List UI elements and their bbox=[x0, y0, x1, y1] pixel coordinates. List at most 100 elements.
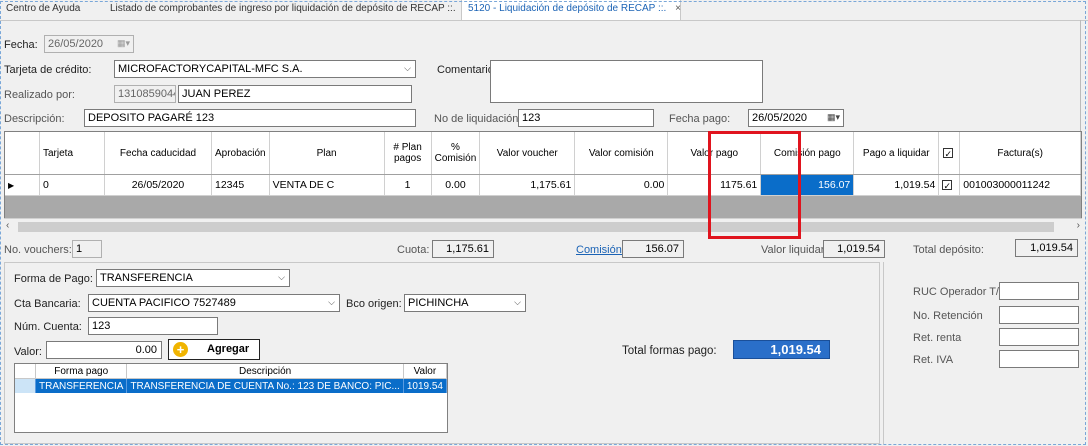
close-icon[interactable]: × bbox=[675, 3, 681, 14]
table-row[interactable]: TRANSFERENCIA TRANSFERENCIA DE CUENTA No… bbox=[15, 378, 448, 393]
calendar-icon[interactable]: ▦▾ bbox=[117, 38, 130, 49]
col-forma-pago[interactable]: Forma pago bbox=[35, 364, 128, 379]
scroll-thumb[interactable] bbox=[18, 222, 1054, 232]
col-valor-pago[interactable]: Valor pago bbox=[667, 132, 762, 175]
fecha-pago-field[interactable]: 26/05/2020 ▦▾ bbox=[748, 109, 844, 127]
retencion-label: No. Retención bbox=[913, 310, 983, 322]
bco-origen-label: Bco origen: bbox=[346, 298, 402, 310]
col-descripcion[interactable]: Descripción bbox=[126, 364, 404, 379]
forma-pago-select[interactable]: TRANSFERENCIA ⌵ bbox=[96, 269, 290, 287]
retencion-field[interactable] bbox=[999, 306, 1079, 324]
cell-valor-pago: 1175.61 bbox=[667, 174, 762, 196]
vouchers-label: No. vouchers: bbox=[4, 244, 72, 256]
tarjeta-value: MICROFACTORYCAPITAL-MFC S.A. bbox=[118, 63, 303, 75]
tab-liquidacion[interactable]: 5120 - Liquidación de depósito de RECAP … bbox=[461, 0, 681, 20]
fecha-field[interactable]: 26/05/2020 ▦▾ bbox=[44, 35, 134, 53]
col-check[interactable]: ✓ bbox=[938, 132, 961, 175]
realizado-name-field[interactable]: JUAN PEREZ bbox=[178, 85, 412, 103]
cell-forma-pago: TRANSFERENCIA bbox=[35, 378, 128, 393]
cell-comision-pago[interactable]: 156.07 bbox=[760, 174, 855, 196]
col-comision-pago[interactable]: Comisión pago bbox=[760, 132, 855, 175]
cuota-field: 1,175.61 bbox=[432, 240, 494, 258]
cell-fecha: 26/05/2020 bbox=[104, 174, 212, 196]
ret-renta-field[interactable] bbox=[999, 328, 1079, 346]
total-deposito-label: Total depósito: bbox=[913, 244, 984, 256]
tab-bar: Centro de Ayuda Listado de comprobantes … bbox=[0, 0, 1088, 21]
row-pointer-icon: ▶ bbox=[5, 174, 40, 196]
col-valor-comision[interactable]: Valor comisión bbox=[574, 132, 669, 175]
cta-bancaria-select[interactable]: CUENTA PACIFICO 7527489 ⌵ bbox=[88, 294, 340, 312]
col-plan[interactable]: Plan bbox=[269, 132, 385, 175]
fecha-label: Fecha: bbox=[4, 39, 38, 51]
col-valor-voucher[interactable]: Valor voucher bbox=[479, 132, 576, 175]
table-row[interactable]: ▶ 0 26/05/2020 12345 VENTA DE C 1 0.00 1… bbox=[5, 174, 1081, 196]
total-deposito-field: 1,019.54 bbox=[1015, 239, 1078, 257]
liquidacion-label: No de liquidación: bbox=[434, 113, 522, 125]
divider bbox=[1080, 20, 1081, 132]
tab-help-label: Centro de Ayuda bbox=[6, 3, 81, 14]
col-facturas[interactable]: Factura(s) bbox=[959, 132, 1081, 175]
liquidacion-field[interactable]: 123 bbox=[518, 109, 654, 127]
realizado-id-field[interactable]: 1310859044 bbox=[114, 85, 176, 103]
cell-tarjeta: 0 bbox=[39, 174, 105, 196]
tarjeta-label: Tarjeta de crédito: bbox=[4, 64, 92, 76]
agregar-label: Agregar bbox=[207, 343, 250, 355]
horizontal-scrollbar[interactable]: ‹ › bbox=[4, 218, 1082, 235]
cell-factura: 001003000011242 bbox=[959, 174, 1081, 196]
fecha-value: 26/05/2020 bbox=[48, 38, 104, 50]
valor-label: Valor: bbox=[14, 346, 42, 358]
num-cuenta-field[interactable]: 123 bbox=[88, 317, 218, 335]
col-plan-pagos[interactable]: # Plan pagos bbox=[384, 132, 432, 175]
col-fecha-caducidad[interactable]: Fecha caducidad bbox=[104, 132, 212, 175]
cell-check[interactable]: ✓ bbox=[938, 174, 961, 196]
pgrid-row-marker bbox=[15, 378, 36, 393]
row-checkbox[interactable]: ✓ bbox=[942, 180, 953, 191]
vouchers-grid[interactable]: Tarjeta Fecha caducidad Aprobación Plan … bbox=[4, 131, 1082, 219]
pgrid-row-header bbox=[15, 364, 36, 379]
cell-valor-voucher: 1,175.61 bbox=[479, 174, 576, 196]
col-aprobacion[interactable]: Aprobación bbox=[211, 132, 270, 175]
cell-valor-comision: 0.00 bbox=[574, 174, 669, 196]
cta-bancaria-value: CUENTA PACIFICO 7527489 bbox=[92, 297, 236, 309]
ruc-field[interactable] bbox=[999, 282, 1079, 300]
comision-field: 156.07 bbox=[622, 240, 684, 258]
tab-listado[interactable]: Listado de comprobantes de ingreso por l… bbox=[104, 0, 462, 20]
cell-plan: VENTA DE C bbox=[269, 174, 385, 196]
cell-plan-pagos: 1 bbox=[384, 174, 432, 196]
col-valor[interactable]: Valor bbox=[403, 364, 448, 379]
plus-icon: + bbox=[173, 342, 188, 357]
tab-listado-label: Listado de comprobantes de ingreso por l… bbox=[110, 3, 456, 14]
calendar-icon[interactable]: ▦▾ bbox=[827, 112, 840, 123]
fecha-pago-label: Fecha pago: bbox=[669, 113, 731, 125]
checkbox-all[interactable]: ✓ bbox=[943, 147, 954, 159]
scroll-left-icon[interactable]: ‹ bbox=[6, 220, 9, 231]
comentario-label: Comentario: bbox=[437, 64, 497, 76]
valor-liquidar-label: Valor liquidar: bbox=[761, 244, 828, 256]
descripcion-label: Descripción: bbox=[4, 113, 65, 125]
col-comision-pct[interactable]: % Comisión bbox=[431, 132, 481, 175]
forma-pago-value: TRANSFERENCIA bbox=[100, 272, 193, 284]
payment-grid[interactable]: Forma pago Descripción Valor TRANSFERENC… bbox=[14, 363, 448, 433]
cell-valor: 1019.54 bbox=[403, 378, 448, 393]
comentario-textarea[interactable] bbox=[490, 60, 763, 103]
valor-liquidar-field: 1,019.54 bbox=[823, 240, 885, 258]
cell-descripcion: TRANSFERENCIA DE CUENTA No.: 123 DE BANC… bbox=[126, 378, 404, 393]
descripcion-field[interactable]: DEPOSITO PAGARÉ 123 bbox=[84, 109, 416, 127]
ruc-label: RUC Operador T/C bbox=[913, 286, 1007, 298]
comision-link[interactable]: Comisión: bbox=[576, 244, 625, 256]
cell-aprobacion: 12345 bbox=[211, 174, 270, 196]
bco-origen-value: PICHINCHA bbox=[408, 297, 469, 309]
col-pago-liquidar[interactable]: Pago a liquidar bbox=[853, 132, 940, 175]
scroll-right-icon[interactable]: › bbox=[1077, 220, 1080, 231]
tarjeta-select[interactable]: MICROFACTORYCAPITAL-MFC S.A. ⌵ bbox=[114, 60, 416, 78]
ret-iva-label: Ret. IVA bbox=[913, 354, 954, 366]
bco-origen-select[interactable]: PICHINCHA ⌵ bbox=[404, 294, 526, 312]
fecha-pago-value: 26/05/2020 bbox=[752, 112, 808, 124]
ret-iva-field[interactable] bbox=[999, 350, 1079, 368]
agregar-button[interactable]: + Agregar bbox=[168, 339, 260, 360]
forma-pago-label: Forma de Pago: bbox=[14, 273, 93, 285]
tab-help[interactable]: Centro de Ayuda bbox=[0, 0, 86, 20]
cta-bancaria-label: Cta Bancaria: bbox=[14, 298, 81, 310]
col-tarjeta[interactable]: Tarjeta bbox=[39, 132, 105, 175]
valor-field[interactable]: 0.00 bbox=[46, 341, 162, 359]
